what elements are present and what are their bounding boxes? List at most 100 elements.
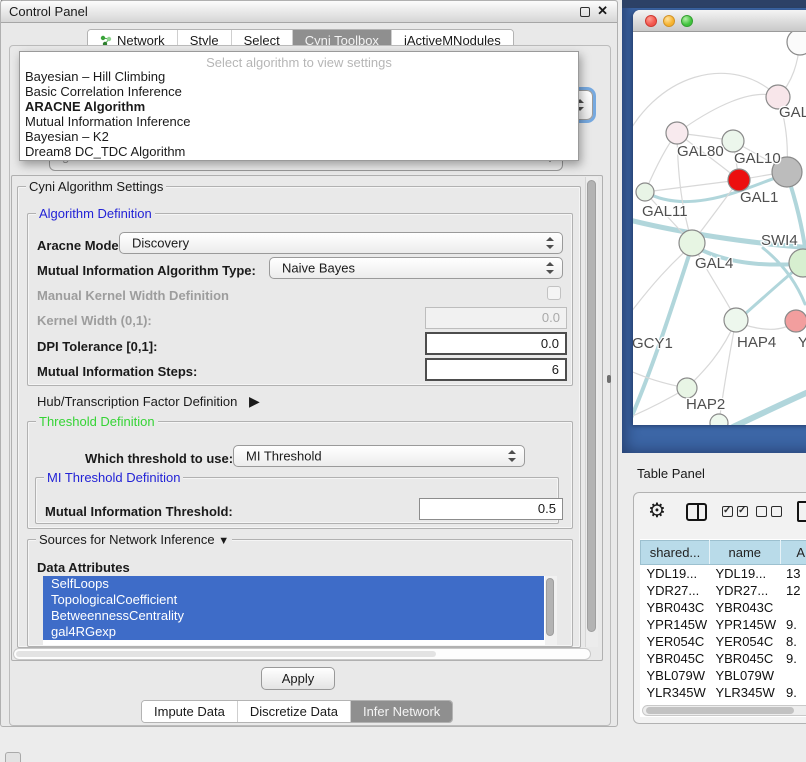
table-cell[interactable]: YER054C <box>641 633 710 650</box>
network-node-hap4[interactable] <box>724 308 748 332</box>
table-row[interactable]: YBR043CYBR043C <box>641 599 806 616</box>
float-window-icon[interactable] <box>580 7 590 17</box>
table-cell[interactable]: 12 <box>780 582 806 599</box>
tab-infer-network[interactable]: Infer Network <box>351 701 452 722</box>
network-window-titlebar[interactable] <box>633 10 806 32</box>
table-cell[interactable]: YDR27... <box>709 582 780 599</box>
table-cell[interactable]: 8. <box>780 633 806 650</box>
network-canvas[interactable]: GALGAL80GAL10GAL1GAL11GAL4SWI4HAP4YGCY1H… <box>633 32 806 425</box>
column-header-shared[interactable]: shared... <box>641 541 710 565</box>
settings-horizontal-scrollbar[interactable] <box>13 648 591 660</box>
dropdown-item-basic-correlation-inference[interactable]: Basic Correlation Inference <box>20 84 578 99</box>
kernel-width-field[interactable]: 0.0 <box>425 307 567 329</box>
table-row[interactable]: YER054CYER054C8. <box>641 633 806 650</box>
attribute-item-gal4rgexp[interactable]: gal4RGexp <box>43 624 544 640</box>
zoom-traffic-light-icon[interactable] <box>681 15 693 27</box>
attribute-item-topologicalcoefficient[interactable]: TopologicalCoefficient <box>43 592 544 608</box>
control-panel-titlebar[interactable]: Control Panel ✕ <box>1 1 617 23</box>
table-row[interactable]: YBR045CYBR045C9. <box>641 650 806 667</box>
dropdown-item-dream8-dc-tdc-algorithm[interactable]: Dream8 DC_TDC Algorithm <box>20 144 578 159</box>
table-cell[interactable]: YPR145W <box>709 616 780 633</box>
node-label-y: Y <box>798 334 806 351</box>
network-node-gal80[interactable] <box>666 122 688 144</box>
select-all-checks-icon[interactable] <box>722 506 748 517</box>
table-cell[interactable]: YBR045C <box>709 650 780 667</box>
tab-discretize-data[interactable]: Discretize Data <box>238 701 351 722</box>
close-traffic-light-icon[interactable] <box>645 15 657 27</box>
dpi-tolerance-field[interactable]: 0.0 <box>425 332 567 355</box>
attribute-item-selfloops[interactable]: SelfLoops <box>43 576 544 592</box>
scrollbar-thumb[interactable] <box>587 180 596 632</box>
table-row[interactable]: YPR145WYPR145W9. <box>641 616 806 633</box>
dropdown-item-aracne-algorithm[interactable]: ARACNE Algorithm <box>20 99 578 114</box>
network-node-gal4[interactable] <box>679 230 705 256</box>
network-node[interactable] <box>787 32 806 55</box>
list-scrollbar[interactable] <box>545 576 557 645</box>
table-cell[interactable]: YBL079W <box>641 667 710 684</box>
table-cell[interactable]: YER054C <box>709 633 780 650</box>
aracne-mode-combobox[interactable]: Discovery <box>119 232 563 254</box>
dropdown-item-mutual-information-inference[interactable]: Mutual Information Inference <box>20 114 578 129</box>
combo-arrows-icon <box>546 237 554 249</box>
splitter-grip[interactable] <box>607 375 611 383</box>
list-scrollbar-thumb[interactable] <box>546 578 554 636</box>
table-row[interactable]: YDL19...YDL19...13 <box>641 565 806 582</box>
network-node-gal1[interactable] <box>728 169 750 191</box>
table-cell[interactable]: YBR043C <box>709 599 780 616</box>
network-node-hap2[interactable] <box>677 378 697 398</box>
close-icon[interactable]: ✕ <box>597 3 608 19</box>
deselect-all-checks-icon[interactable] <box>756 506 782 517</box>
network-node-gal10[interactable] <box>722 130 744 152</box>
table-cell[interactable]: 13 <box>780 565 806 582</box>
dropdown-item-bayesian-k2[interactable]: Bayesian – K2 <box>20 129 578 144</box>
hub-definition-toggle[interactable]: Hub/Transcription Factor Definition ▶ <box>37 393 260 410</box>
table-cell[interactable]: 9. <box>780 650 806 667</box>
table-cell[interactable]: 9. <box>780 684 806 701</box>
node-label-swi4: SWI4 <box>761 232 798 249</box>
table-horizontal-scrollbar[interactable] <box>642 705 806 716</box>
table-cell[interactable]: YLR345W <box>709 684 780 701</box>
table-cell[interactable] <box>780 667 806 684</box>
collapse-arrow-icon[interactable]: ▼ <box>218 535 229 547</box>
table-cell[interactable] <box>780 599 806 616</box>
minimized-panel-icon[interactable] <box>5 752 21 762</box>
apply-button[interactable]: Apply <box>261 667 335 690</box>
table-cell[interactable]: YDL19... <box>709 565 780 582</box>
expand-arrow-icon[interactable]: ▶ <box>249 393 260 409</box>
column-layout-icon[interactable] <box>686 503 707 521</box>
network-node-y[interactable] <box>785 310 806 332</box>
which-threshold-combobox[interactable]: MI Threshold <box>233 445 525 467</box>
hscrollbar-thumb[interactable] <box>16 651 436 657</box>
mi-type-combobox[interactable]: Naive Bayes <box>269 257 563 279</box>
table-row[interactable]: YDR27...YDR27...12 <box>641 582 806 599</box>
table-cell[interactable]: YDR27... <box>641 582 710 599</box>
dpi-tolerance-label: DPI Tolerance [0,1]: <box>37 339 157 354</box>
attribute-item-betweennesscentrality[interactable]: BetweennessCentrality <box>43 608 544 624</box>
mi-steps-field[interactable]: 6 <box>425 358 567 381</box>
table-cell[interactable]: YPR145W <box>641 616 710 633</box>
manual-kernel-checkbox[interactable] <box>547 286 561 300</box>
table-cell[interactable]: YBR045C <box>641 650 710 667</box>
column-header-name[interactable]: name <box>709 541 780 565</box>
minimize-traffic-light-icon[interactable] <box>663 15 675 27</box>
dropdown-item-bayesian-hill-climbing[interactable]: Bayesian – Hill Climbing <box>20 69 578 84</box>
settings-vertical-scrollbar[interactable] <box>585 177 598 647</box>
tab-label: Impute Data <box>154 704 225 719</box>
new-table-icon[interactable] <box>797 501 806 522</box>
table-cell[interactable]: YBR043C <box>641 599 710 616</box>
table-cell[interactable]: YDL19... <box>641 565 710 582</box>
table-cell[interactable]: YBL079W <box>709 667 780 684</box>
tab-impute-data[interactable]: Impute Data <box>142 701 238 722</box>
table-hscrollbar-thumb[interactable] <box>646 707 794 714</box>
table-row[interactable]: YLR345WYLR345W9. <box>641 684 806 701</box>
network-node-gal11[interactable] <box>636 183 654 201</box>
table-cell[interactable]: YLR345W <box>641 684 710 701</box>
network-node[interactable] <box>710 414 728 425</box>
table-row[interactable]: YBL079WYBL079W <box>641 667 806 684</box>
node-label-gal10: GAL10 <box>734 150 781 167</box>
gear-icon[interactable]: ⚙ <box>648 501 666 521</box>
table-cell[interactable]: 9. <box>780 616 806 633</box>
mi-threshold-field[interactable]: 0.5 <box>419 498 563 520</box>
node-label-gal4: GAL4 <box>695 255 733 272</box>
column-header-a[interactable]: A <box>780 541 806 565</box>
